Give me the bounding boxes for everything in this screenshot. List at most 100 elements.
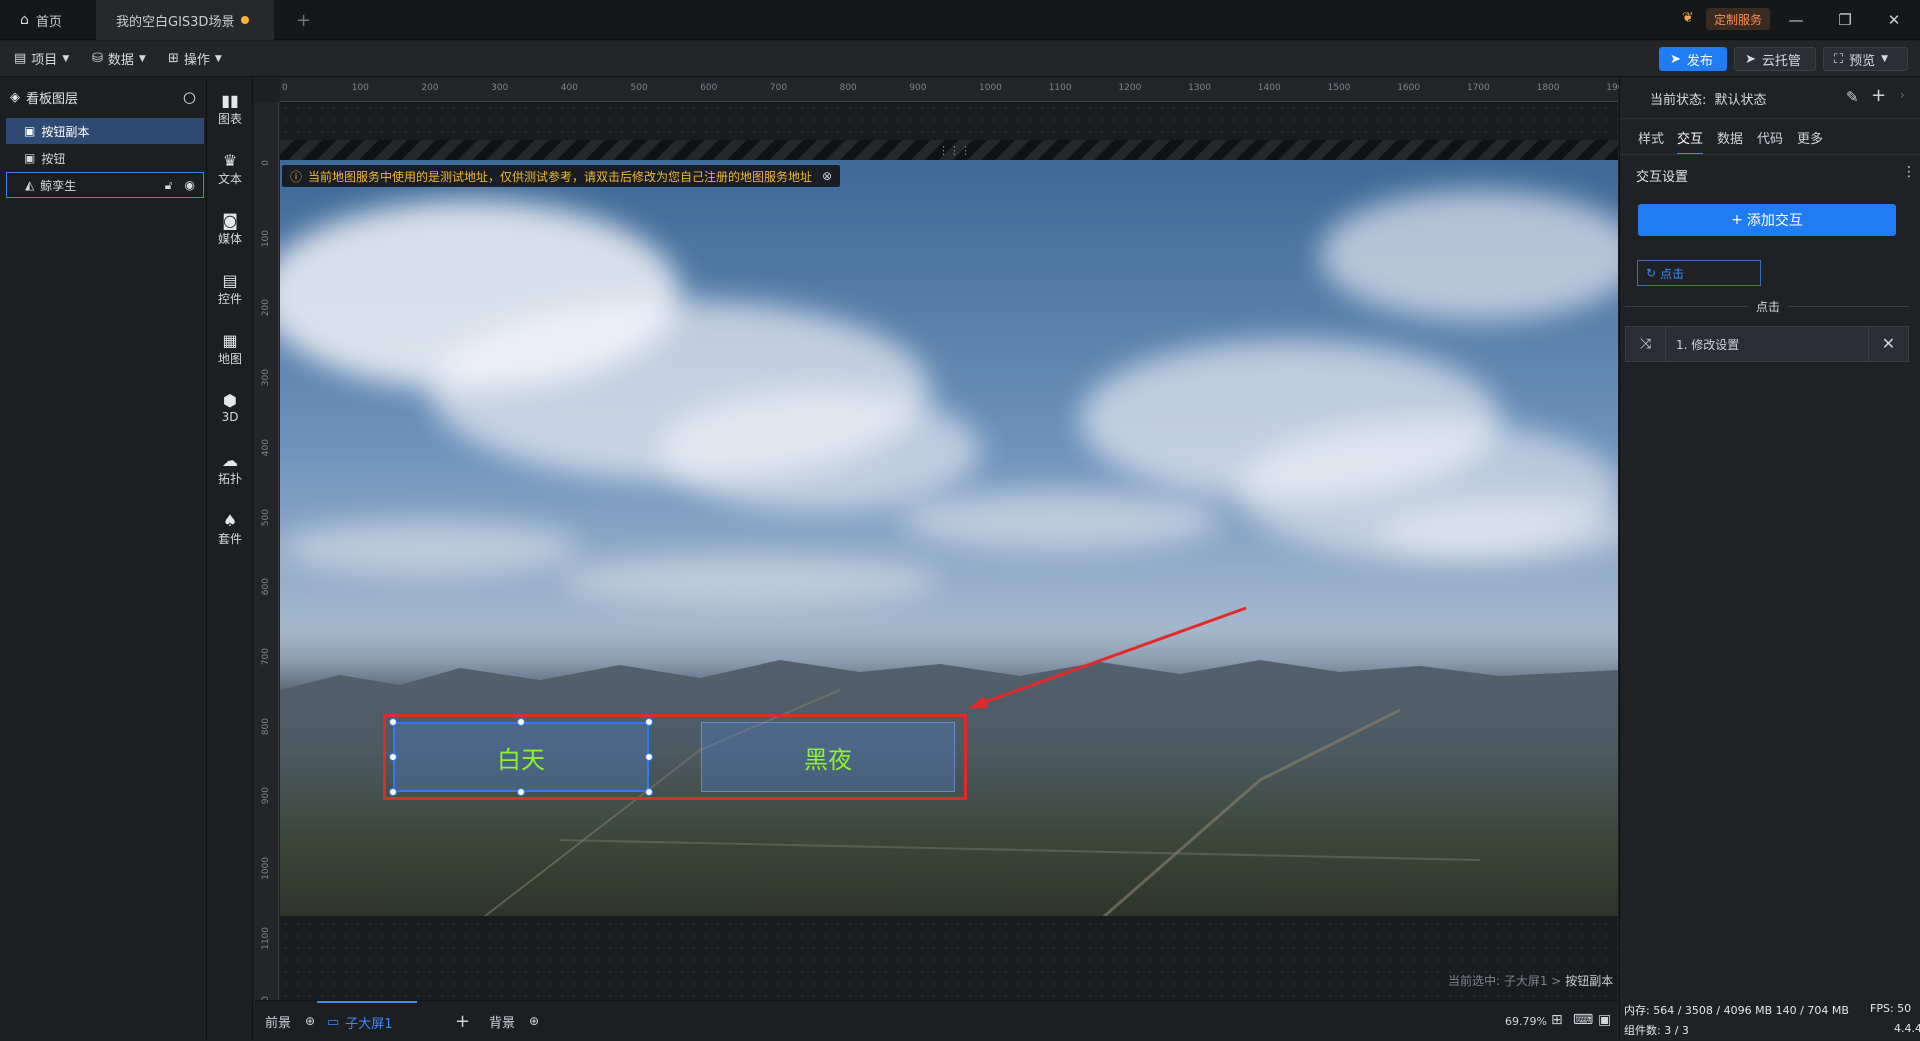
section-title: 交互设置 bbox=[1636, 170, 1689, 185]
publish-button[interactable]: ➤ 发布 bbox=[1659, 47, 1727, 71]
layer-item-button-copy[interactable]: ▣ 按钮副本 bbox=[6, 118, 204, 144]
preview-button[interactable]: ⛶ 预览 ▼ bbox=[1823, 47, 1908, 71]
interaction-action-row[interactable]: ⤨ 1. 修改设置 ✕ bbox=[1625, 326, 1909, 362]
trigger-divider-label: 点击 bbox=[1748, 298, 1789, 315]
layers-header: ◈ 看板图层 ○ bbox=[0, 78, 206, 116]
zoom-level[interactable]: 69.79% bbox=[1505, 1001, 1547, 1041]
menu-operate[interactable]: ⊞ 操作 ▼ bbox=[168, 49, 222, 68]
tool-text[interactable]: ♛ 文本 bbox=[207, 152, 253, 187]
tool-chart[interactable]: ▮▮ 图表 bbox=[207, 92, 253, 127]
ruler-tick-label: 1600 bbox=[1397, 83, 1421, 93]
monitor-icon: ▭ bbox=[327, 1014, 340, 1030]
tab-document[interactable]: 我的空白GIS3D场景 bbox=[96, 0, 274, 40]
cloud-host-button[interactable]: ➤ 云托管 bbox=[1734, 47, 1816, 71]
resize-handle[interactable] bbox=[645, 788, 653, 796]
tool-label: 媒体 bbox=[217, 232, 242, 246]
tab-foreground[interactable]: 前景 ⊕ bbox=[265, 1001, 315, 1041]
screen-tabs-bar: 前景 ⊕ ▭ 子大屏1 + 背景 ⊕ 69.79% ⊞ ⌨ ▣ bbox=[255, 1000, 1618, 1040]
tool-media[interactable]: ◙ 媒体 bbox=[207, 212, 253, 247]
tool-topology[interactable]: ☁ 拓扑 bbox=[207, 452, 253, 487]
remove-action-button[interactable]: ✕ bbox=[1868, 327, 1908, 361]
edit-icon[interactable]: ✎ bbox=[1846, 88, 1859, 106]
lock-icon[interactable]: 🔓︎ bbox=[165, 178, 173, 193]
fit-screen-icon[interactable]: ⊞ bbox=[1551, 1012, 1563, 1028]
chevron-down-icon: ▼ bbox=[1881, 54, 1889, 64]
menu-project[interactable]: ▤ 项目 ▼ bbox=[14, 49, 69, 68]
ruler-tick-label: 1700 bbox=[1466, 83, 1490, 93]
trigger-tag-click[interactable]: ↻ 点击 bbox=[1637, 260, 1761, 286]
add-interaction-label: 添加交互 bbox=[1746, 213, 1803, 229]
tool-3d[interactable]: ⬢ 3D bbox=[207, 392, 253, 425]
database-icon: ⛁ bbox=[92, 51, 103, 66]
eye-icon[interactable]: ◉ bbox=[185, 178, 195, 192]
resize-handle[interactable] bbox=[389, 788, 397, 796]
layer-item-button[interactable]: ▣ 按钮 bbox=[6, 145, 204, 171]
drag-handle-icon[interactable]: ⋮⋮⋮ bbox=[938, 144, 971, 157]
close-icon[interactable]: ⊗ bbox=[822, 169, 832, 183]
more-vertical-icon[interactable]: ⋮ bbox=[1902, 164, 1916, 180]
resize-handle[interactable] bbox=[645, 718, 653, 726]
menu-data[interactable]: ⛁ 数据 ▼ bbox=[92, 49, 146, 68]
map-service-warning: ⓘ 当前地图服务中使用的是测试地址，仅供测试参考，请双击后修改为您自己注册的地图… bbox=[282, 165, 841, 187]
tool-label: 图表 bbox=[217, 112, 242, 126]
restore-button[interactable]: ❐ bbox=[1831, 9, 1859, 31]
ruler-horizontal: 0 100 200 300 400 500 600 700 800 900 1000 1100 1200… bbox=[280, 78, 1629, 102]
add-circle-icon[interactable]: ⊕ bbox=[529, 1014, 539, 1028]
home-icon: ⌂ bbox=[20, 12, 29, 28]
map-scene[interactable] bbox=[280, 160, 1618, 916]
tool-map[interactable]: ▦ 地图 bbox=[207, 332, 253, 367]
tab-data[interactable]: 数据 bbox=[1717, 128, 1743, 147]
tab-screen-1[interactable]: ▭ 子大屏1 bbox=[317, 1001, 417, 1041]
keyboard-icon[interactable]: ⌨ bbox=[1573, 1012, 1593, 1028]
custom-service-button[interactable]: 定制服务 bbox=[1706, 8, 1771, 30]
tab-home[interactable]: ⌂ 首页 bbox=[0, 0, 94, 40]
app-window: ⌂ 首页 我的空白GIS3D场景 + ❦ 定制服务 — ❐ ✕ ▤ 项目 ▼ ⛁… bbox=[0, 0, 1920, 1040]
resize-handle[interactable] bbox=[645, 753, 653, 761]
add-interaction-button[interactable]: + 添加交互 bbox=[1638, 204, 1896, 236]
tab-code[interactable]: 代码 bbox=[1757, 128, 1783, 147]
add-state-button[interactable]: + bbox=[1871, 85, 1886, 106]
selection-frame bbox=[393, 722, 649, 792]
tool-control[interactable]: ▤ 控件 bbox=[207, 272, 253, 307]
tool-label: 控件 bbox=[217, 292, 242, 306]
resize-handle[interactable] bbox=[517, 718, 525, 726]
ruler-tick-label: 700 bbox=[769, 83, 788, 93]
terminal-icon[interactable]: ▣ bbox=[1598, 1012, 1611, 1028]
tool-kit[interactable]: ♠ 套件 bbox=[207, 512, 253, 547]
ruler-tick-label: 300 bbox=[491, 83, 509, 93]
new-tab-button[interactable]: + bbox=[276, 0, 331, 40]
bar-chart-icon: ▮▮ bbox=[221, 91, 239, 110]
chevron-right-icon[interactable]: › bbox=[1900, 88, 1905, 102]
chevron-down-icon: ▼ bbox=[62, 53, 70, 64]
tab-background[interactable]: 背景 ⊕ bbox=[489, 1001, 539, 1041]
add-screen-button[interactable]: + bbox=[455, 1001, 470, 1041]
search-icon[interactable]: ○ bbox=[183, 88, 196, 106]
layers-icon: ◈ bbox=[10, 89, 20, 105]
document-icon: ▤ bbox=[14, 51, 27, 66]
fps-value: 50 bbox=[1897, 1002, 1912, 1015]
resize-handle[interactable] bbox=[517, 788, 525, 796]
tab-foreground-label: 前景 bbox=[265, 1015, 292, 1031]
memory-value: 564 / 3508 / 4096 MB bbox=[1653, 1004, 1773, 1017]
ruler-tick-label: 200 bbox=[421, 83, 439, 93]
tab-background-label: 背景 bbox=[489, 1015, 516, 1031]
close-window-button[interactable]: ✕ bbox=[1880, 9, 1908, 31]
tab-style[interactable]: 样式 bbox=[1638, 128, 1664, 147]
ruler-tick-label: 0 bbox=[261, 160, 271, 166]
ruler-tick-label: 1000 bbox=[261, 857, 271, 880]
trigger-tag-label: 点击 bbox=[1660, 266, 1685, 281]
tab-interaction[interactable]: 交互 bbox=[1677, 128, 1704, 155]
resize-handle[interactable] bbox=[389, 753, 397, 761]
media-icon: ◙ bbox=[222, 211, 238, 230]
state-value: 默认状态 bbox=[1714, 93, 1767, 108]
ruler-tick-label: 800 bbox=[839, 83, 857, 93]
resize-handle[interactable] bbox=[389, 718, 397, 726]
minimize-button[interactable]: — bbox=[1782, 9, 1810, 31]
add-circle-icon[interactable]: ⊕ bbox=[305, 1014, 315, 1028]
tab-more[interactable]: 更多 bbox=[1797, 128, 1823, 147]
tab-home-label: 首页 bbox=[35, 14, 62, 30]
tab-document-label: 我的空白GIS3D场景 bbox=[116, 14, 235, 30]
shirt-icon: ♠ bbox=[222, 511, 238, 530]
fullscreen-icon: ⛶ bbox=[1834, 51, 1844, 67]
layer-item-whale-twin[interactable]: ◭ 鲸孪生 🔓︎ ◉ bbox=[6, 172, 204, 198]
